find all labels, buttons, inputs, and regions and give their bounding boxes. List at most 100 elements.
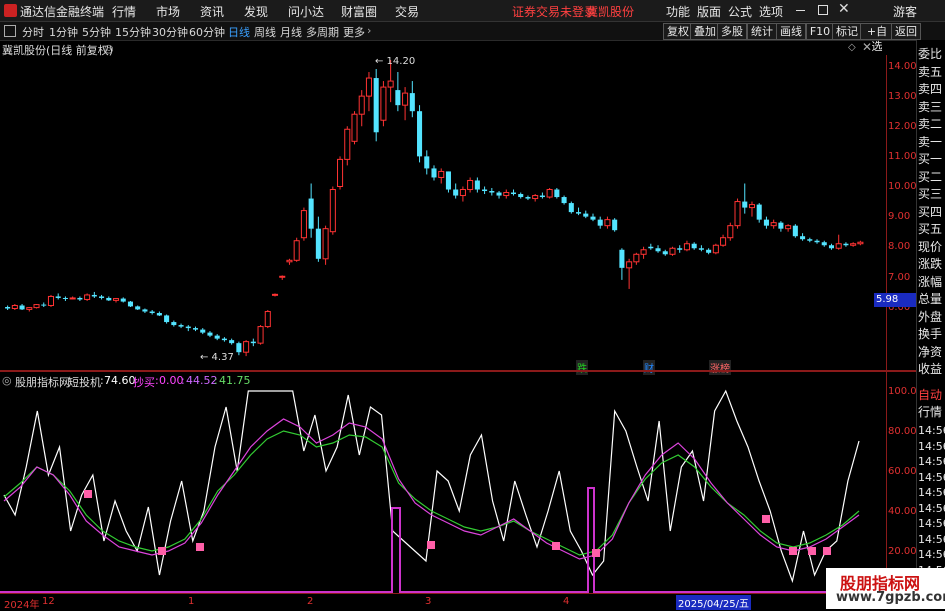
diamond-icon[interactable]: ◇ — [848, 42, 856, 53]
candle-body — [539, 195, 545, 198]
event-marker-zhangbang[interactable]: 涨榜 — [709, 360, 731, 375]
maximize-icon[interactable] — [818, 5, 828, 15]
menu-market[interactable]: 市场 — [156, 3, 180, 20]
candle-body — [778, 222, 784, 229]
v3-colon: : — [214, 374, 218, 387]
event-marker-die[interactable]: 跌 — [576, 360, 588, 375]
candle-body — [380, 86, 387, 121]
menu-ask[interactable]: 问小达 — [288, 3, 324, 20]
side-label-10: 买五 — [918, 222, 943, 236]
indicator-tick: 60.00 — [888, 466, 917, 477]
candle-body — [99, 296, 105, 298]
indicator-white-line — [3, 389, 860, 584]
f10-button[interactable]: F10 — [806, 23, 834, 40]
candle-body — [402, 92, 409, 106]
candle-body — [142, 309, 148, 312]
close-icon[interactable]: ✕ — [838, 1, 850, 17]
candle-body — [727, 225, 734, 239]
candle-body — [55, 296, 61, 298]
back-button[interactable]: 返回 — [891, 23, 921, 40]
close-chart-icon[interactable]: ✕ — [862, 40, 872, 54]
period-fenshi[interactable]: 分时 — [22, 24, 44, 40]
time-cursor-label: 2025/04/25/五 — [676, 595, 752, 610]
period-60min[interactable]: 60分钟 — [189, 24, 225, 40]
candle-body — [236, 343, 242, 353]
menu-news[interactable]: 资讯 — [200, 3, 224, 20]
price-tick: 7.00 — [888, 272, 911, 283]
candle-body — [91, 294, 97, 297]
candle-body — [807, 239, 813, 241]
add-watchlist-button[interactable]: +自选 — [860, 23, 894, 53]
indicator-tick: 40.00 — [888, 506, 917, 517]
overlay-button[interactable]: 叠加 — [690, 23, 720, 40]
candle-body — [640, 249, 647, 255]
candle-body — [785, 225, 792, 230]
side-label-15: 外盘 — [918, 309, 943, 324]
period-weekly[interactable]: 周线 — [254, 24, 276, 40]
menu-trade[interactable]: 交易 — [395, 3, 419, 20]
time-label: 12 — [42, 596, 55, 607]
period-daily[interactable]: 日线 — [228, 24, 250, 40]
menu-wealth[interactable]: 财富圈 — [341, 3, 377, 20]
multi-stock-button[interactable]: 多股 — [717, 23, 747, 40]
guest-label[interactable]: 游客 — [893, 3, 917, 20]
candle-body — [669, 247, 676, 255]
period-15min[interactable]: 15分钟 — [115, 24, 151, 40]
grid-icon[interactable] — [4, 25, 16, 37]
candle-body — [120, 298, 126, 302]
candle-body — [395, 90, 401, 106]
candle-body — [612, 219, 618, 231]
period-monthly[interactable]: 月线 — [280, 24, 302, 40]
indicator-settings-icon[interactable]: ◎ — [2, 374, 12, 387]
menu-function[interactable]: 功能 — [666, 3, 690, 20]
buy-signal-marker — [552, 542, 560, 550]
stats-button[interactable]: 统计 — [747, 23, 777, 40]
side-time-7: 14:56 — [918, 532, 945, 546]
buy-signal-marker — [808, 547, 816, 555]
period-multi[interactable]: 多周期 — [306, 24, 339, 40]
app-logo-icon — [4, 4, 17, 17]
candle-body — [127, 301, 133, 307]
side-label-16: 换手 — [918, 327, 943, 341]
login-notice[interactable]: 证券交易未登录 — [512, 3, 596, 20]
candle-body — [518, 194, 524, 198]
indicator-value: 74.60 — [104, 374, 136, 387]
side-tab-auto[interactable]: 自动 — [918, 386, 945, 403]
candle-body — [474, 180, 480, 190]
menu-discover[interactable]: 发现 — [244, 3, 268, 20]
side-label-5: 卖一 — [918, 134, 943, 149]
event-marker-cai[interactable]: 财 — [643, 360, 655, 375]
period-5min[interactable]: 5分钟 — [82, 24, 111, 40]
candle-body — [221, 338, 227, 341]
period-more[interactable]: 更多 — [343, 24, 365, 40]
side-tab-quote[interactable]: 行情 — [918, 403, 945, 420]
candle-body — [84, 294, 91, 300]
indicator-tick: 20.00 — [888, 546, 917, 557]
candle-body — [662, 251, 668, 255]
chart-settings-icon[interactable]: ◎ — [104, 42, 114, 55]
candle-body — [293, 240, 300, 261]
v2-value: 44.52 — [186, 374, 218, 387]
candle-body — [532, 195, 539, 200]
watermark: 股朋指标网 www.7gpzb.com — [826, 568, 945, 609]
menu-options[interactable]: 选项 — [759, 3, 783, 20]
menu-hq[interactable]: 行情 — [112, 3, 136, 20]
high-label: ← 14.20 — [375, 56, 415, 67]
candle-body — [814, 240, 820, 243]
menu-layout[interactable]: 版面 — [697, 3, 721, 20]
candle-body — [11, 304, 18, 310]
period-30min[interactable]: 30分钟 — [152, 24, 188, 40]
candle-body — [683, 243, 690, 251]
draw-line-button[interactable]: 画线 — [776, 23, 806, 40]
minimize-icon[interactable] — [796, 10, 805, 11]
side-label-1: 卖五 — [918, 64, 943, 79]
buy-signal-marker — [592, 549, 600, 557]
period-1min[interactable]: 1分钟 — [49, 24, 78, 40]
side-time-5: 14:56 — [918, 501, 945, 515]
fuquan-button[interactable]: 复权 — [663, 23, 693, 40]
menu-formula[interactable]: 公式 — [728, 3, 752, 20]
candle-body — [546, 189, 553, 198]
mark-button[interactable]: 标记 — [832, 23, 862, 40]
candle-body — [459, 189, 466, 197]
chevron-right-icon[interactable]: › — [367, 24, 371, 37]
